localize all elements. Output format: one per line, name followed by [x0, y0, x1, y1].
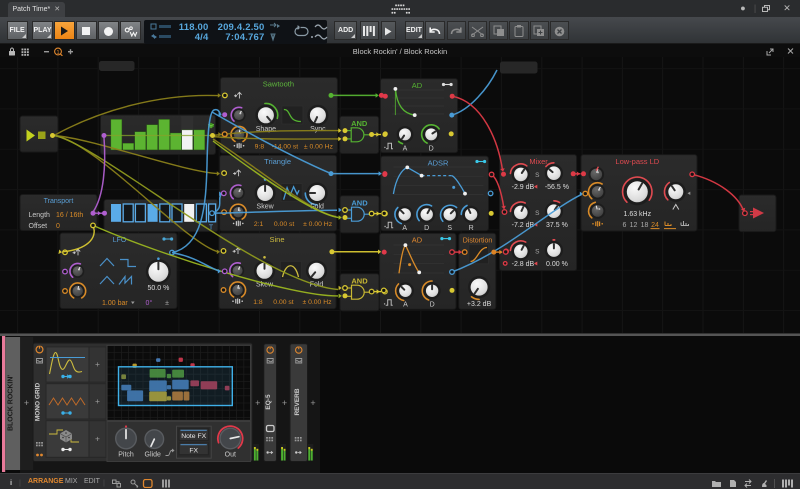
svg-text:-56.5 %: -56.5 %: [545, 184, 569, 191]
svg-text:16 / 16th: 16 / 16th: [56, 212, 83, 219]
svg-text:S: S: [535, 172, 540, 179]
svg-text:50.0 %: 50.0 %: [148, 285, 170, 292]
svg-text:0.00 st: 0.00 st: [274, 221, 295, 228]
svg-text:A: A: [403, 145, 408, 152]
svg-text:A: A: [403, 302, 408, 309]
svg-text:Offset: Offset: [29, 223, 48, 230]
svg-text:24: 24: [651, 222, 659, 229]
svg-text:Sawtooth: Sawtooth: [263, 80, 294, 89]
svg-text:Low-pass LD: Low-pass LD: [615, 157, 659, 166]
svg-text:+: +: [255, 398, 260, 408]
svg-text:9:8: 9:8: [255, 143, 265, 150]
svg-text:6: 6: [623, 222, 627, 229]
svg-text:1.63 kHz: 1.63 kHz: [623, 211, 651, 218]
svg-text:Distortion: Distortion: [463, 238, 493, 245]
svg-text:S: S: [535, 210, 540, 217]
svg-text:AD: AD: [412, 236, 423, 245]
svg-text:+: +: [95, 359, 100, 369]
svg-text:+3.2 dB: +3.2 dB: [467, 301, 492, 308]
svg-text:2:1: 2:1: [254, 221, 264, 228]
svg-text:S: S: [535, 249, 540, 256]
svg-text:REVERB: REVERB: [294, 388, 301, 415]
svg-text:Sync: Sync: [310, 126, 326, 133]
svg-text:D: D: [430, 302, 435, 309]
svg-text:Transport: Transport: [44, 198, 74, 205]
svg-text:0.00 st: 0.00 st: [273, 299, 294, 306]
svg-text:± 0.00 Hz: ± 0.00 Hz: [304, 143, 334, 150]
svg-text:0: 0: [56, 223, 60, 230]
svg-text:37.5 %: 37.5 %: [546, 222, 568, 229]
svg-text:R: R: [469, 225, 474, 232]
svg-text:Mixer: Mixer: [529, 157, 548, 166]
svg-text:FX: FX: [189, 447, 198, 454]
svg-text:D: D: [429, 145, 434, 152]
svg-text:-2.9 dB: -2.9 dB: [512, 184, 535, 191]
svg-text:+: +: [282, 398, 287, 408]
svg-text:A: A: [402, 225, 407, 232]
svg-text:1:8: 1:8: [253, 299, 263, 306]
svg-text:1.00 bar: 1.00 bar: [102, 300, 128, 307]
svg-text:Pitch: Pitch: [118, 451, 134, 458]
svg-text:18: 18: [641, 222, 649, 229]
svg-text:+: +: [24, 398, 29, 408]
svg-text:0.00 %: 0.00 %: [546, 261, 568, 268]
svg-text:Note FX: Note FX: [181, 433, 206, 440]
svg-text:Sine: Sine: [269, 235, 284, 244]
svg-text:D: D: [424, 225, 429, 232]
svg-text:S: S: [447, 225, 452, 232]
svg-text:Out: Out: [225, 451, 236, 458]
svg-text:Skew: Skew: [257, 204, 275, 211]
svg-text:0°: 0°: [146, 299, 153, 307]
svg-text:± 0.00 Hz: ± 0.00 Hz: [302, 299, 332, 306]
svg-text:AND: AND: [351, 119, 368, 128]
svg-text:Triangle: Triangle: [264, 157, 291, 166]
svg-text:ADSR: ADSR: [428, 158, 449, 167]
svg-text:AND: AND: [351, 277, 368, 286]
svg-text:Glide: Glide: [145, 451, 161, 458]
svg-text:Length: Length: [29, 212, 51, 219]
svg-text:±: ±: [165, 300, 169, 307]
svg-text:AD: AD: [412, 81, 423, 90]
svg-text:+: +: [310, 398, 315, 408]
svg-text:+: +: [95, 396, 100, 406]
svg-text:EQ-5: EQ-5: [265, 394, 272, 410]
svg-text:± 0.00 Hz: ± 0.00 Hz: [303, 221, 333, 228]
svg-text:12: 12: [630, 222, 638, 229]
svg-text:+: +: [95, 434, 100, 444]
svg-text:BLOCK ROCKIN': BLOCK ROCKIN': [8, 375, 15, 431]
svg-text:AND: AND: [351, 199, 368, 208]
svg-text:-2.8 dB: -2.8 dB: [512, 261, 535, 268]
svg-text:MONO GRID: MONO GRID: [35, 383, 42, 422]
